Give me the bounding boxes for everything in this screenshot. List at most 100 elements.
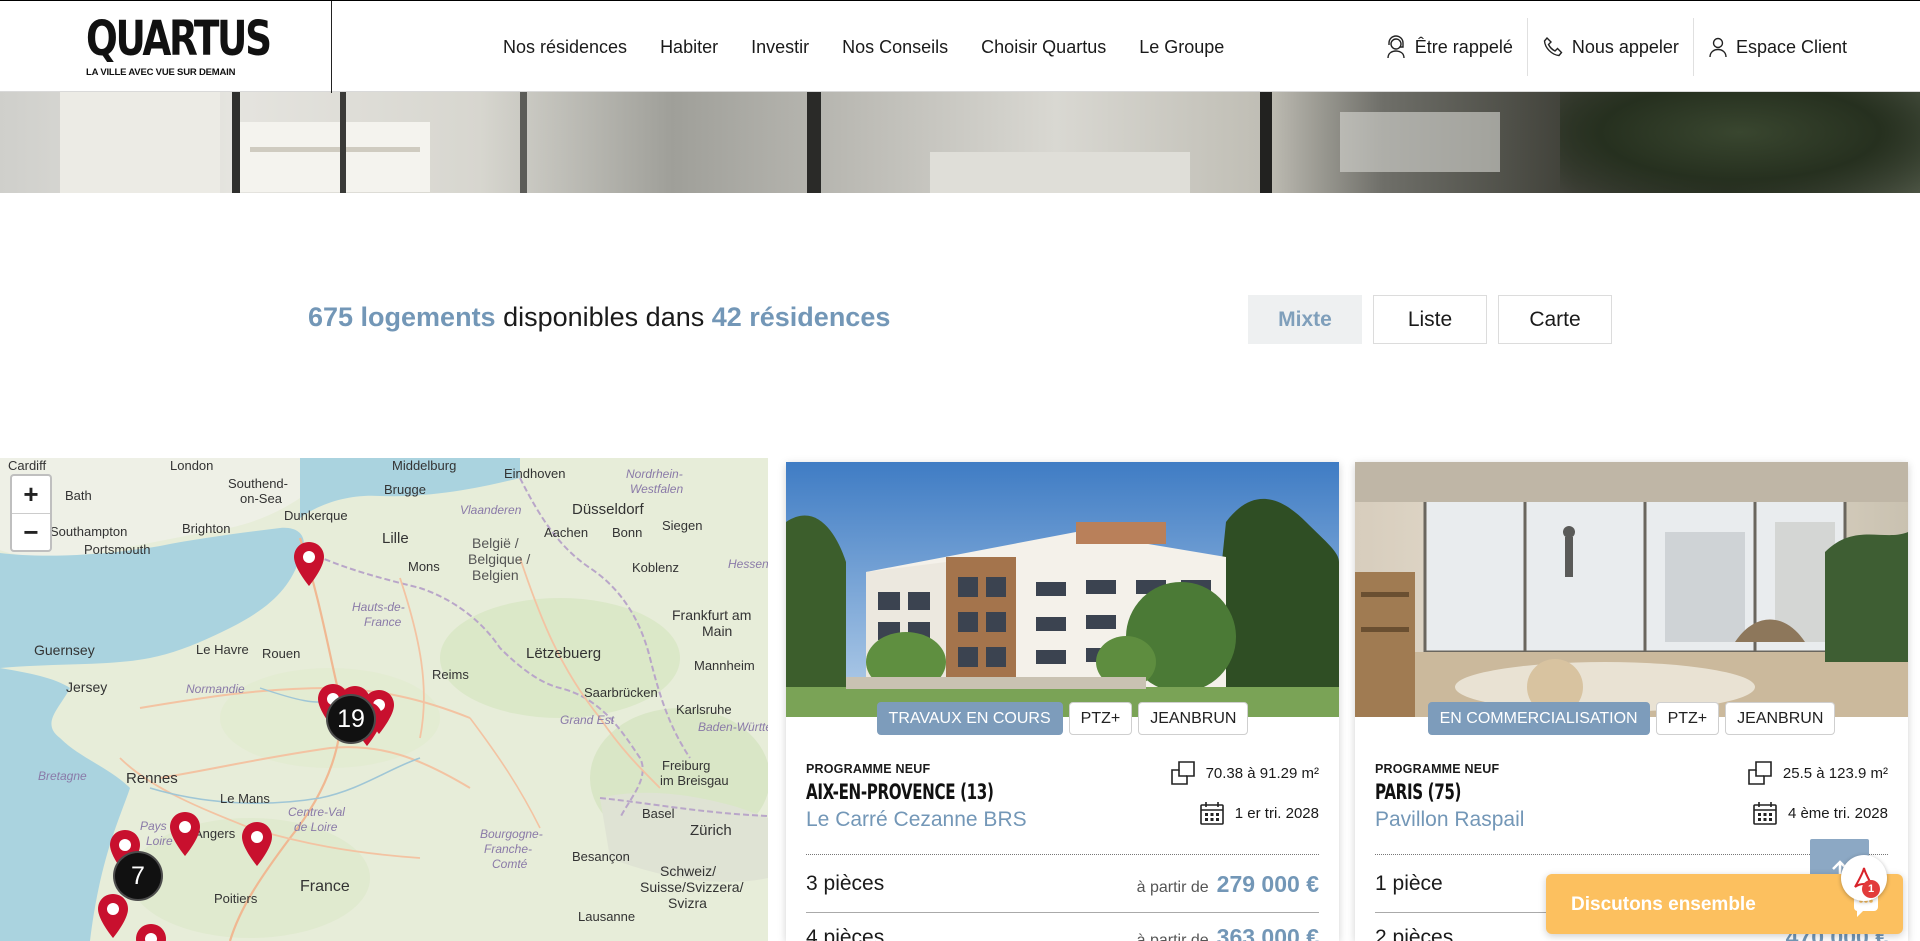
svg-text:Zürich: Zürich (690, 822, 732, 839)
client-area-label: Espace Client (1735, 36, 1847, 57)
view-mode-switch: Mixte Liste Carte (1248, 295, 1612, 344)
surface-range: 25.5 à 123.9 m² (1782, 764, 1888, 782)
svg-text:Grand Est: Grand Est (560, 713, 615, 727)
svg-text:Portsmouth: Portsmouth (84, 542, 150, 557)
surface-info: 25.5 à 123.9 m² (1747, 760, 1888, 786)
divider (806, 854, 1319, 855)
lot-pieces: 2 pièces (1375, 926, 1454, 941)
svg-text:France: France (300, 878, 350, 895)
notification-badge: 1 (1862, 880, 1880, 898)
svg-text:Comté: Comté (492, 857, 528, 871)
tag-badge: JEANBRUN (1725, 702, 1836, 735)
callback-button[interactable]: Être rappelé (1371, 18, 1527, 76)
map-pin[interactable] (98, 894, 128, 938)
view-list-button[interactable]: Liste (1373, 295, 1487, 344)
svg-text:Lausanne: Lausanne (578, 909, 635, 924)
residences-map[interactable]: Cardiff Bath London Southend- on-Sea Sou… (0, 458, 768, 941)
svg-text:Main: Main (702, 623, 732, 639)
nav-nos-conseils[interactable]: Nos Conseils (842, 37, 948, 58)
delivery-date: 4 ème tri. 2028 (1787, 804, 1888, 822)
delivery-date: 1 er tri. 2028 (1234, 804, 1319, 822)
divider (806, 912, 1319, 913)
svg-text:Besançon: Besançon (572, 849, 630, 864)
svg-text:Poitiers: Poitiers (214, 891, 258, 906)
map-cluster-19[interactable]: 19 (326, 694, 376, 744)
calendar-icon (1753, 802, 1777, 825)
svg-text:Schweiz/: Schweiz/ (660, 863, 716, 879)
svg-text:Bonn: Bonn (612, 525, 642, 540)
call-button[interactable]: Nous appeler (1526, 18, 1693, 76)
nav-habiter[interactable]: Habiter (660, 37, 718, 58)
svg-text:de Loire: de Loire (294, 820, 338, 834)
svg-text:Lëtzebuerg: Lëtzebuerg (526, 645, 601, 662)
residence-tags: TRAVAUX EN COURS PTZ+ JEANBRUN (786, 702, 1339, 735)
svg-text:London: London (170, 458, 213, 473)
svg-text:Angers: Angers (194, 826, 236, 841)
svg-text:im Breisgau: im Breisgau (660, 773, 729, 788)
callback-label: Être rappelé (1414, 36, 1513, 57)
svg-text:Middelburg: Middelburg (392, 458, 456, 473)
svg-text:Aachen: Aachen (544, 525, 588, 540)
residence-photo (1355, 462, 1908, 717)
zoom-out-button[interactable]: − (12, 513, 50, 550)
results-middle-text: disponibles dans (495, 302, 712, 332)
nav-choisir-quartus[interactable]: Choisir Quartus (981, 37, 1106, 58)
map-pin[interactable] (242, 822, 272, 866)
svg-text:on-Sea: on-Sea (240, 491, 283, 506)
svg-text:Le Havre: Le Havre (196, 642, 249, 657)
svg-text:Düsseldorf: Düsseldorf (572, 501, 645, 518)
tag-badge: PTZ+ (1068, 702, 1133, 735)
svg-text:Hessen: Hessen (728, 557, 768, 571)
svg-text:Nordrhein-: Nordrhein- (626, 467, 683, 481)
svg-text:Bath: Bath (65, 488, 92, 503)
hero-image (0, 92, 1920, 193)
nav-investir[interactable]: Investir (751, 37, 809, 58)
logo[interactable]: QUARTUS LA VILLE AVEC VUE SUR DEMAIN (0, 1, 332, 93)
lot-pieces: 3 pièces (806, 872, 885, 895)
price-value: 363 000 € (1216, 924, 1319, 941)
delivery-info: 4 ème tri. 2028 (1752, 800, 1888, 826)
map-pin[interactable] (136, 924, 166, 941)
svg-text:Belgique /: Belgique / (468, 551, 530, 567)
agent-headset-icon (1387, 35, 1405, 59)
client-area-button[interactable]: Espace Client (1692, 18, 1920, 76)
tag-badge: JEANBRUN (1138, 702, 1249, 735)
svg-text:Rouen: Rouen (262, 646, 300, 661)
chat-label: Discutons ensemble (1571, 894, 1756, 915)
view-mixed-button[interactable]: Mixte (1248, 295, 1362, 344)
residence-photo (786, 462, 1339, 717)
map-pin[interactable] (294, 542, 324, 586)
svg-text:Loire: Loire (146, 834, 173, 848)
lot-price: à partir de 363 000 € (1137, 924, 1319, 941)
svg-text:Frankfurt am: Frankfurt am (672, 607, 751, 623)
svg-text:Bourgogne-: Bourgogne- (480, 827, 543, 841)
svg-text:Saarbrücken: Saarbrücken (584, 685, 658, 700)
svg-text:Baden-Württer: Baden-Württer (698, 720, 768, 734)
nav-nos-residences[interactable]: Nos résidences (503, 37, 627, 58)
svg-text:Vlaanderen: Vlaanderen (460, 503, 522, 517)
delivery-info: 1 er tri. 2028 (1199, 800, 1319, 826)
svg-text:France: France (364, 615, 402, 629)
svg-text:Hauts-de-: Hauts-de- (352, 600, 405, 614)
svg-text:Suisse/Svizzera/: Suisse/Svizzera/ (640, 879, 744, 895)
svg-text:Bretagne: Bretagne (38, 769, 87, 783)
svg-text:Normandie: Normandie (186, 682, 245, 696)
map-pin[interactable] (170, 812, 200, 856)
residence-name[interactable]: Pavillon Raspail (1375, 808, 1524, 832)
residence-card[interactable]: TRAVAUX EN COURS PTZ+ JEANBRUN PROGRAMME… (786, 462, 1339, 941)
view-map-button[interactable]: Carte (1498, 295, 1612, 344)
map-zoom-control: + − (10, 474, 52, 552)
svg-text:Westfalen: Westfalen (630, 482, 683, 496)
logo-tagline: LA VILLE AVEC VUE SUR DEMAIN (86, 67, 236, 78)
svg-text:Svizra: Svizra (668, 895, 707, 911)
results-count: 675 logements disponibles dans 42 réside… (308, 302, 890, 333)
svg-text:Lille: Lille (382, 530, 409, 547)
svg-text:Le Mans: Le Mans (220, 791, 270, 806)
zoom-in-button[interactable]: + (12, 476, 50, 513)
nav-le-groupe[interactable]: Le Groupe (1139, 37, 1224, 58)
map-cluster-7[interactable]: 7 (113, 851, 163, 901)
residence-city: PARIS (75) (1375, 780, 1462, 804)
svg-text:Mannheim: Mannheim (694, 658, 755, 673)
svg-text:Guernsey: Guernsey (34, 642, 95, 658)
residence-name[interactable]: Le Carré Cezanne BRS (806, 808, 1027, 832)
